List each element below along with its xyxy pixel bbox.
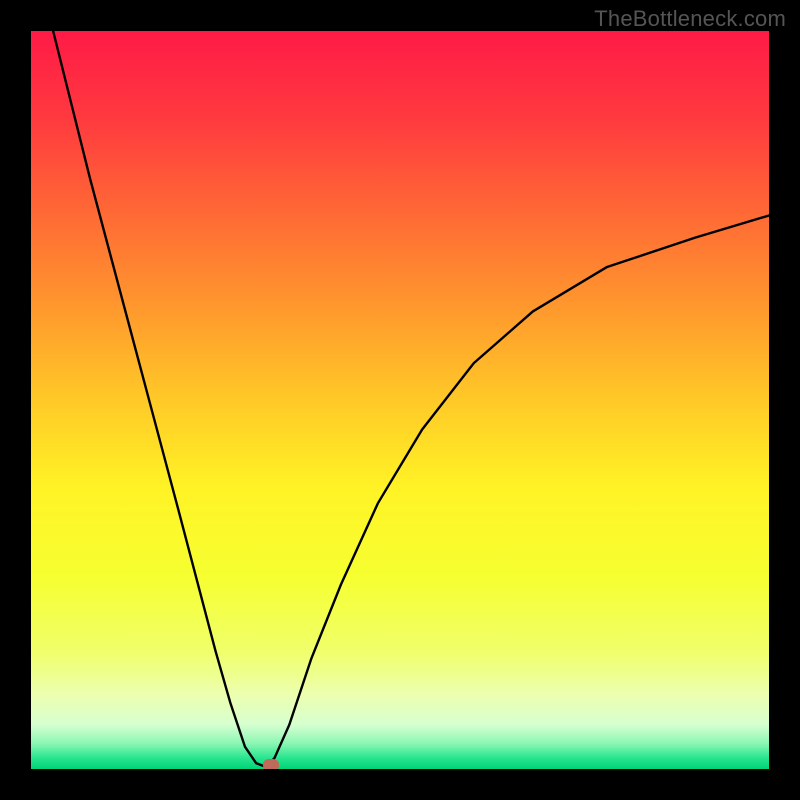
- watermark-text: TheBottleneck.com: [594, 6, 786, 32]
- plot-area: [31, 31, 769, 769]
- chart-frame: { "watermark": "TheBottleneck.com", "cha…: [0, 0, 800, 800]
- bottleneck-curve: [31, 31, 769, 769]
- optimum-marker: [263, 759, 279, 769]
